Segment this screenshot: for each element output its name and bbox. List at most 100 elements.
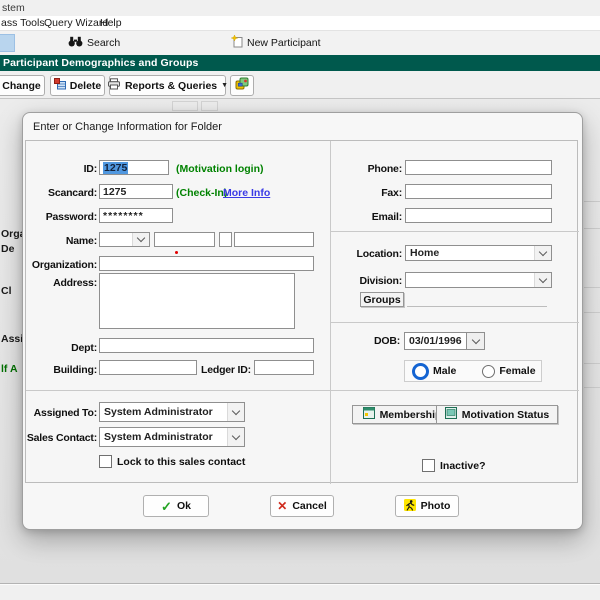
chevron-down-icon <box>227 403 244 421</box>
address-field[interactable] <box>99 273 295 329</box>
refresh-data-button[interactable] <box>230 75 254 96</box>
delete-label: Delete <box>70 80 102 92</box>
dob-select[interactable]: 03/01/1996 <box>404 332 485 350</box>
scancard-field[interactable]: 1275 <box>99 184 173 199</box>
groups-label: Groups <box>363 294 400 306</box>
organization-field[interactable] <box>99 256 314 271</box>
email-field[interactable] <box>405 208 552 223</box>
password-field[interactable]: ******** <box>99 208 173 223</box>
refresh-data-icon <box>235 77 249 94</box>
male-label: Male <box>433 365 456 377</box>
phone-label: Phone: <box>330 163 402 175</box>
window-title-fragment: stem <box>2 2 25 14</box>
x-icon: ✕ <box>277 500 287 512</box>
building-field[interactable] <box>99 360 197 375</box>
photo-icon <box>404 499 416 514</box>
motivation-status-icon <box>445 407 457 422</box>
section-divider <box>26 390 579 391</box>
section-header-title: Participant Demographics and Groups <box>3 57 198 69</box>
password-label: Password: <box>22 211 97 223</box>
cancel-label: Cancel <box>292 500 326 512</box>
delete-button[interactable]: Delete <box>50 75 105 96</box>
chevron-down-icon <box>534 246 551 260</box>
change-label: Change <box>2 80 41 92</box>
membership-icon <box>363 407 375 422</box>
lock-sales-contact-label: Lock to this sales contact <box>117 456 245 468</box>
menu-item-help[interactable]: Help <box>100 17 122 29</box>
division-select[interactable] <box>405 272 552 288</box>
groups-underline <box>407 306 547 307</box>
search-icon <box>68 36 83 50</box>
fax-field[interactable] <box>405 184 552 199</box>
section-header-bar: Participant Demographics and Groups <box>0 55 600 71</box>
male-radio[interactable] <box>412 363 429 380</box>
photo-label: Photo <box>421 500 451 512</box>
location-label: Location: <box>330 248 402 260</box>
assigned-to-select[interactable]: System Administrator <box>99 402 245 422</box>
background-row-line <box>584 387 600 388</box>
section-divider <box>331 322 579 323</box>
chevron-down-icon <box>466 333 484 349</box>
phone-field[interactable] <box>405 160 552 175</box>
reports-dropdown-arrow: ▼ <box>221 82 228 89</box>
location-value: Home <box>410 247 439 259</box>
motivation-status-button[interactable]: Motivation Status <box>436 405 558 424</box>
more-info-link[interactable]: More Info <box>223 187 270 199</box>
search-label: Search <box>87 37 120 49</box>
building-label: Building: <box>22 364 97 376</box>
chevron-down-icon <box>132 233 149 246</box>
folder-information-dialog: Enter or Change Information for Folder I… <box>22 112 583 530</box>
clipped-widget-fragment <box>201 101 218 111</box>
female-radio-row: Female <box>482 365 535 378</box>
organization-label: Organization: <box>22 259 97 271</box>
female-radio[interactable] <box>482 365 495 378</box>
dob-value: 03/01/1996 <box>409 335 462 347</box>
background-row-line <box>584 201 600 202</box>
id-field-value: 1275 <box>103 162 128 174</box>
groups-button[interactable]: Groups <box>360 292 404 307</box>
sales-contact-select[interactable]: System Administrator <box>99 427 245 447</box>
ok-button[interactable]: ✓ Ok <box>143 495 209 517</box>
cancel-button[interactable]: ✕ Cancel <box>270 495 334 517</box>
background-row-line <box>584 228 600 229</box>
name-prefix-select[interactable] <box>99 232 150 247</box>
new-participant-button[interactable]: New Participant <box>231 35 321 51</box>
dept-field[interactable] <box>99 338 314 353</box>
assigned-to-label: Assigned To: <box>22 407 97 419</box>
first-name-field[interactable] <box>154 232 215 247</box>
main-toolbar: Search New Participant <box>0 31 600 55</box>
background-row-line <box>584 287 600 288</box>
lock-sales-contact-checkbox[interactable] <box>99 455 112 468</box>
id-field[interactable]: 1275 <box>99 160 169 175</box>
ok-label: Ok <box>177 500 191 512</box>
clipped-label: Cl <box>1 285 22 298</box>
motivation-status-label: Motivation Status <box>462 409 550 421</box>
clipped-label: De <box>1 243 22 256</box>
check-icon: ✓ <box>161 500 172 513</box>
toolbar-clipped-button[interactable] <box>0 34 15 52</box>
chevron-down-icon <box>534 273 551 287</box>
new-participant-icon <box>231 35 243 51</box>
inactive-checkbox[interactable] <box>422 459 435 472</box>
menu-item-tools[interactable]: ass Tools <box>1 17 45 29</box>
membership-label: Membership <box>380 409 442 421</box>
ledger-id-field[interactable] <box>254 360 314 375</box>
dialog-title: Enter or Change Information for Folder <box>33 121 222 133</box>
gender-group: Male Female <box>404 360 542 382</box>
change-button[interactable]: Change <box>0 75 45 96</box>
male-radio-row: Male <box>412 363 456 380</box>
last-name-field[interactable] <box>234 232 314 247</box>
photo-button[interactable]: Photo <box>395 495 459 517</box>
menu-item-query-wizard[interactable]: Query Wizard <box>44 17 108 29</box>
cursor-dot <box>175 251 178 254</box>
form-group-box: ID: 1275 (Motivation login) Scancard: 12… <box>25 140 578 483</box>
middle-initial-field[interactable] <box>219 232 232 247</box>
location-select[interactable]: Home <box>405 245 552 261</box>
background-row-line <box>584 363 600 364</box>
address-label: Address: <box>22 277 97 289</box>
printer-icon <box>107 78 121 93</box>
reports-queries-button[interactable]: Reports & Queries ▼ <box>109 75 226 96</box>
search-button[interactable]: Search <box>68 35 120 51</box>
inactive-row: Inactive? <box>422 459 486 472</box>
assigned-to-value: System Administrator <box>104 406 213 418</box>
